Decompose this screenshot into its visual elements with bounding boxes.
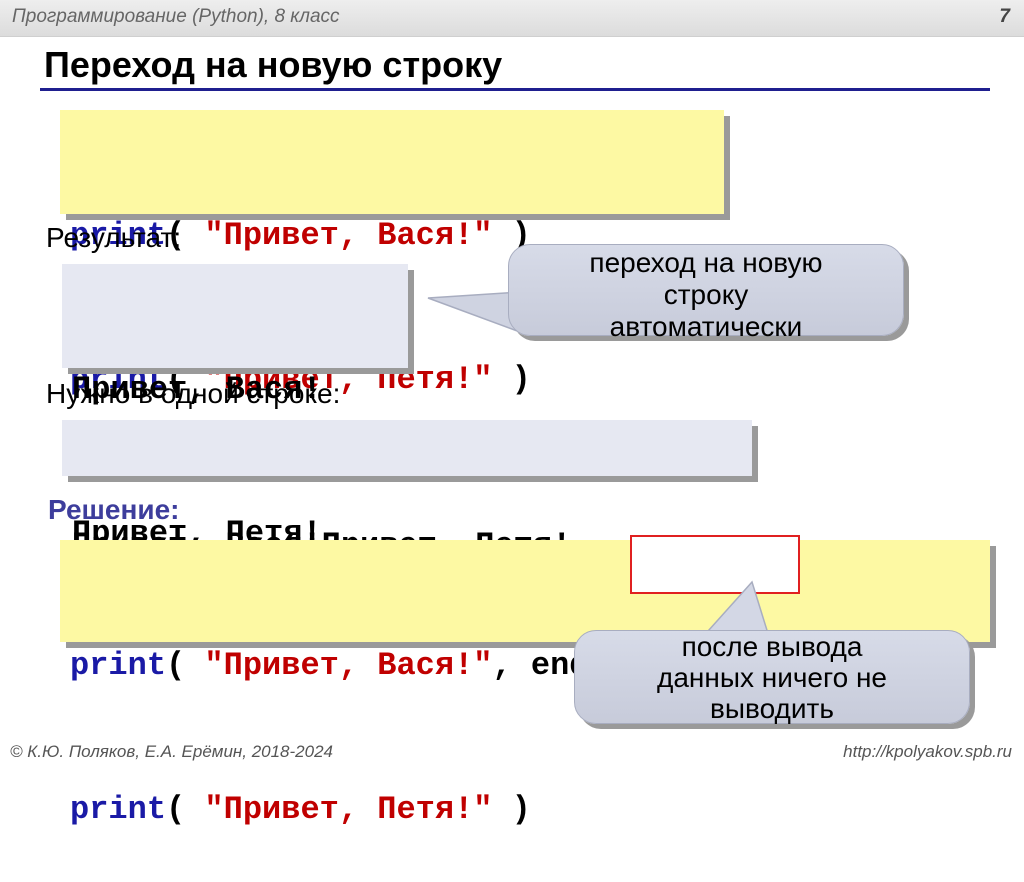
code-line: print( "Привет, Петя!" ): [70, 786, 980, 834]
code-keyword: print: [70, 791, 167, 828]
callout-line: после вывода: [681, 631, 863, 662]
callout-line: данных ничего не: [657, 662, 887, 693]
code-paren: ): [492, 791, 531, 828]
code-string: "Привет, Петя!": [204, 791, 493, 828]
callout-end-explanation: после вывода данных ничего не выводить: [574, 630, 970, 724]
callout-line: выводить: [710, 693, 834, 724]
footer-copyright: © К.Ю. Поляков, Е.А. Ерёмин, 2018-2024: [10, 742, 333, 761]
footer-link[interactable]: http://kpolyakov.spb.ru: [843, 742, 1012, 762]
code-paren: (: [166, 791, 205, 828]
